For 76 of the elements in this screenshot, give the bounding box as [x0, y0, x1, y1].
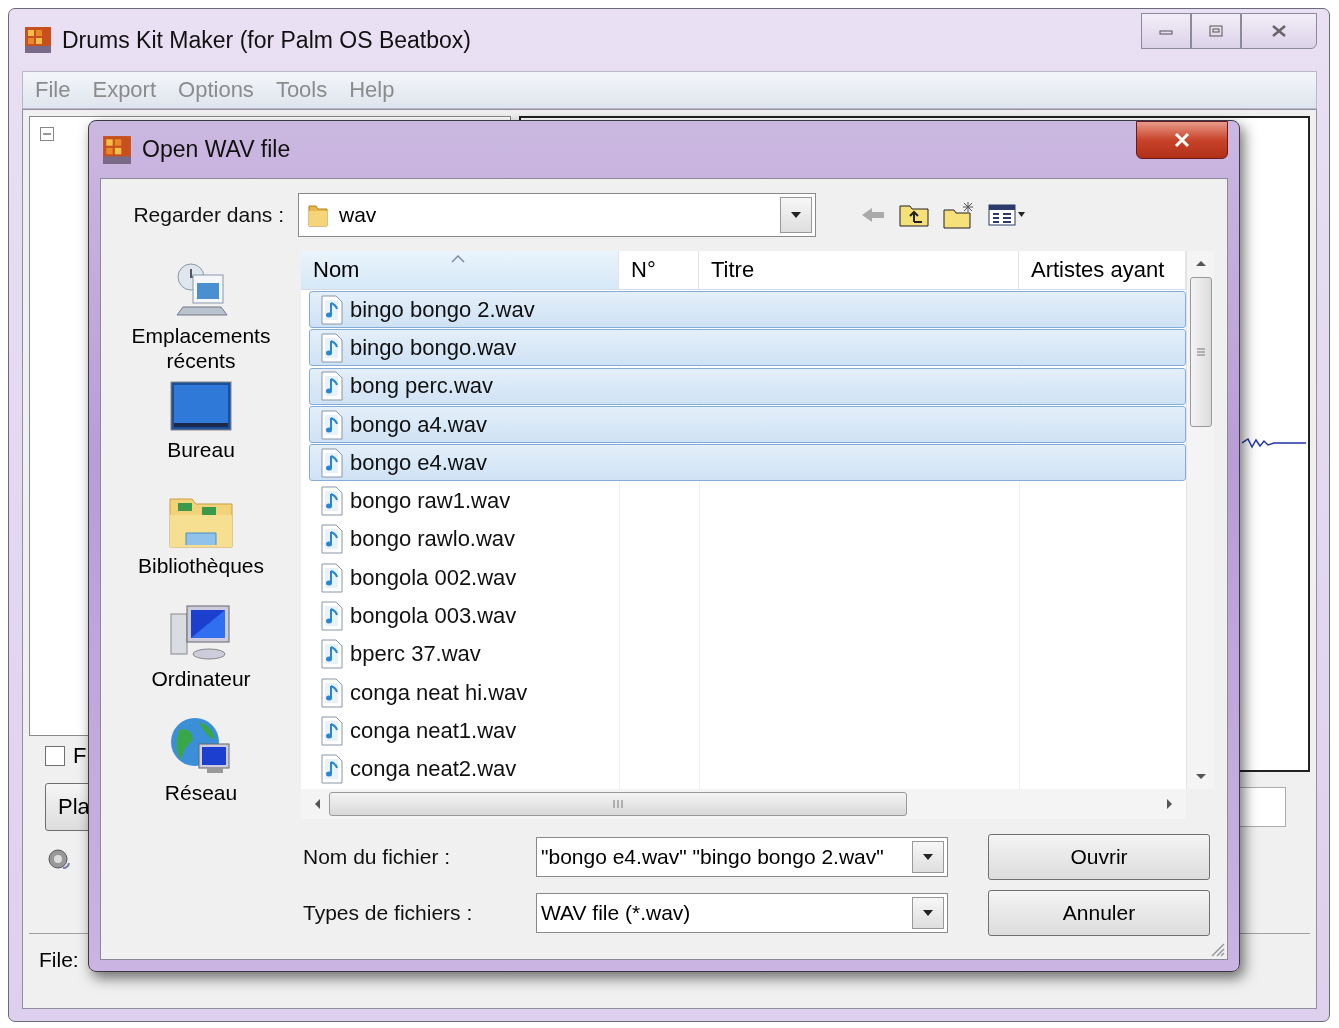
file-row[interactable]: bongo a4.wav	[309, 406, 1186, 444]
app-icon	[102, 134, 132, 165]
audio-file-icon	[320, 486, 344, 517]
close-button[interactable]	[1241, 13, 1317, 49]
status-label: File:	[39, 948, 79, 972]
column-header[interactable]: Nom	[301, 251, 619, 290]
audio-file-icon	[320, 562, 344, 593]
grip-lines-icon	[1195, 347, 1206, 357]
column-header[interactable]: Titre	[699, 251, 1019, 290]
file-row[interactable]: conga neat hi.wav	[309, 674, 1186, 712]
file-row[interactable]: conga neat1.wav	[309, 712, 1186, 750]
view-menu-icon[interactable]	[988, 202, 1026, 228]
file-row[interactable]: bongo raw1.wav	[309, 482, 1186, 520]
app-icon	[24, 26, 52, 54]
places-bar-item[interactable]: Bibliothèques	[121, 484, 281, 597]
close-icon	[1270, 24, 1288, 38]
maximize-icon	[1208, 24, 1224, 38]
file-row[interactable]: bong perc.wav	[309, 367, 1186, 405]
tree-collapse-icon[interactable]	[40, 127, 54, 141]
close-button[interactable]	[1136, 121, 1228, 159]
window-title: Drums Kit Maker (for Palm OS Beatbox)	[62, 26, 471, 54]
cancel-button[interactable]: Annuler	[988, 890, 1210, 936]
file-row[interactable]: bingo bongo 2.wav	[309, 291, 1186, 329]
resize-grip-icon[interactable]	[1209, 941, 1225, 957]
audio-file-icon	[320, 677, 344, 708]
file-name-field[interactable]: "bongo e4.wav" "bingo bongo 2.wav"	[536, 837, 948, 877]
look-in-label: Regarder dans :	[132, 203, 285, 227]
option-checkbox[interactable]	[45, 746, 65, 766]
file-row[interactable]: bongola 003.wav	[309, 597, 1186, 635]
dropdown-arrow-icon	[790, 211, 802, 219]
folder-icon	[307, 202, 329, 228]
audio-file-icon	[320, 371, 344, 402]
new-folder-icon[interactable]	[942, 200, 976, 230]
desktop-monitor-icon	[170, 381, 232, 434]
minimize-button[interactable]	[1141, 13, 1191, 49]
computer-icon	[169, 604, 233, 663]
places-bar-item[interactable]: Réseau	[121, 707, 281, 819]
checkbox-label: F	[73, 743, 87, 769]
file-row[interactable]: bperc 37.wav	[309, 635, 1186, 673]
audio-file-icon	[320, 294, 344, 325]
dialog-title: Open WAV file	[142, 136, 291, 163]
file-row[interactable]: bongola 002.wav	[309, 559, 1186, 597]
audio-file-icon	[320, 332, 344, 363]
grip-lines-icon	[610, 799, 626, 809]
audio-file-icon	[320, 639, 344, 670]
waveform-drawing	[1242, 436, 1306, 450]
maximize-button[interactable]	[1191, 13, 1241, 49]
dropdown-arrow-icon	[922, 853, 934, 861]
up-folder-icon[interactable]	[898, 202, 930, 228]
file-row[interactable]: bingo bongo.wav	[309, 329, 1186, 367]
places-bar-item[interactable]: Bureau	[121, 373, 281, 485]
audio-file-icon	[320, 524, 344, 555]
vertical-scrollbar[interactable]	[1186, 251, 1214, 789]
column-header[interactable]: N°	[619, 251, 699, 290]
file-type-label: Types de fichiers :	[302, 901, 474, 925]
audio-file-icon	[320, 715, 344, 746]
look-in-dropdown[interactable]: wav	[298, 193, 816, 237]
network-globe-icon	[169, 715, 233, 776]
file-row[interactable]: bongo rawlo.wav	[309, 520, 1186, 558]
scroll-left-icon[interactable]	[313, 798, 321, 810]
close-icon	[1173, 132, 1191, 148]
file-row[interactable]: bongo e4.wav	[309, 444, 1186, 482]
scroll-right-icon[interactable]	[1166, 798, 1174, 810]
dropdown-arrow-icon	[922, 909, 934, 917]
audio-file-icon	[320, 447, 344, 478]
places-bar-item[interactable]: Ordinateur	[121, 596, 281, 708]
audio-file-icon	[320, 754, 344, 785]
places-bar-item[interactable]: Emplacements récents	[121, 251, 281, 374]
file-type-dropdown[interactable]: WAV file (*.wav)	[536, 893, 948, 933]
scroll-up-icon[interactable]	[1194, 259, 1207, 267]
audio-file-icon	[320, 601, 344, 631]
horizontal-scrollbar[interactable]	[301, 789, 1186, 819]
file-row[interactable]: conga neat2.wav	[309, 750, 1186, 788]
open-button[interactable]: Ouvrir	[988, 834, 1210, 880]
file-name-label: Nom du fichier :	[302, 845, 452, 869]
audio-file-icon	[320, 409, 344, 440]
